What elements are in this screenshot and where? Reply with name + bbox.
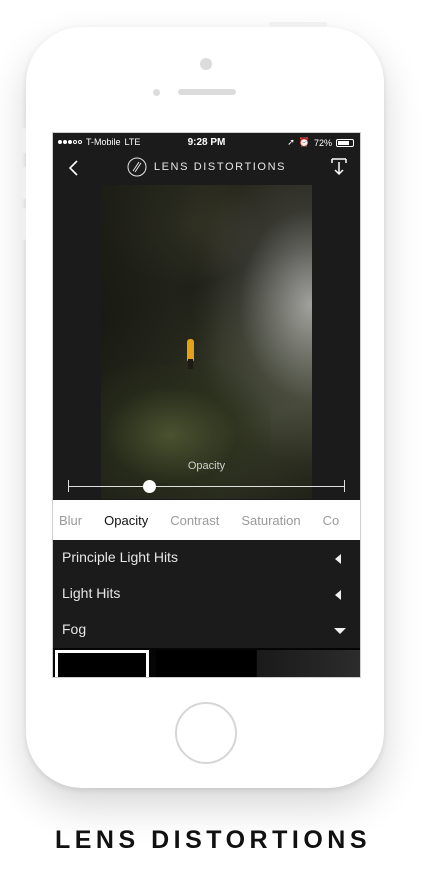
app-title: LENS DISTORTIONS — [153, 161, 287, 173]
layer-item-principle-light-hits[interactable]: Principle Light Hits — [53, 540, 360, 576]
tab-saturation[interactable]: Saturation — [230, 513, 311, 528]
location-icon: ➚ — [287, 137, 295, 147]
tab-co[interactable]: Co — [312, 513, 351, 528]
layer-label: Light Hits — [62, 585, 121, 601]
slider-max-tick — [344, 480, 345, 492]
effect-thumbnail[interactable] — [156, 650, 256, 677]
effect-thumbnail-selected[interactable] — [55, 650, 149, 677]
front-camera — [200, 58, 212, 70]
photo-hillside — [101, 365, 271, 499]
phone-top-button — [269, 22, 327, 27]
download-icon[interactable] — [330, 157, 348, 177]
battery-icon — [336, 138, 354, 147]
layer-list: Principle Light Hits Light Hits Fog — [53, 540, 360, 648]
status-bar: T-Mobile LTE 9:28 PM ➚ ⏰ 72% — [53, 133, 360, 151]
app-brand: LENS DISTORTIONS — [53, 157, 360, 177]
app-screen: T-Mobile LTE 9:28 PM ➚ ⏰ 72% LENS DISTOR… — [52, 132, 361, 678]
home-button[interactable] — [175, 702, 237, 764]
photo-hiker — [187, 339, 194, 361]
marketing-caption: LENS DISTORTIONS — [54, 826, 371, 854]
layer-label: Fog — [62, 621, 87, 637]
lens-logo-icon — [127, 157, 147, 177]
tab-opacity[interactable]: Opacity — [93, 513, 159, 528]
opacity-slider-thumb[interactable] — [142, 480, 156, 493]
phone-side-button — [22, 167, 26, 199]
earpiece-speaker — [178, 89, 236, 95]
triangle-left-icon[interactable] — [335, 554, 341, 564]
triangle-down-icon[interactable] — [334, 628, 346, 634]
nav-bar: LENS DISTORTIONS — [53, 151, 360, 185]
photo-hiker-legs — [188, 359, 193, 369]
triangle-left-icon[interactable] — [335, 590, 341, 600]
opacity-slider-track[interactable] — [69, 486, 345, 487]
alarm-icon: ⏰ — [298, 137, 310, 147]
proximity-sensor — [153, 89, 160, 96]
battery-percent: 72% — [313, 137, 332, 148]
effect-thumbnail[interactable] — [257, 650, 360, 677]
effect-thumbnails — [53, 648, 360, 677]
layer-label: Principle Light Hits — [62, 549, 178, 565]
tab-blur[interactable]: Blur — [53, 513, 93, 528]
tab-contrast[interactable]: Contrast — [159, 513, 230, 528]
adjustment-tabs: Blur Opacity Contrast Saturation Co — [53, 500, 360, 540]
slider-label: Opacity — [187, 460, 226, 472]
phone-side-button — [22, 208, 26, 240]
phone-side-button — [22, 128, 26, 153]
layer-item-light-hits[interactable]: Light Hits — [53, 576, 360, 612]
edited-photo[interactable] — [101, 185, 312, 499]
layer-item-fog[interactable]: Fog — [53, 612, 360, 648]
